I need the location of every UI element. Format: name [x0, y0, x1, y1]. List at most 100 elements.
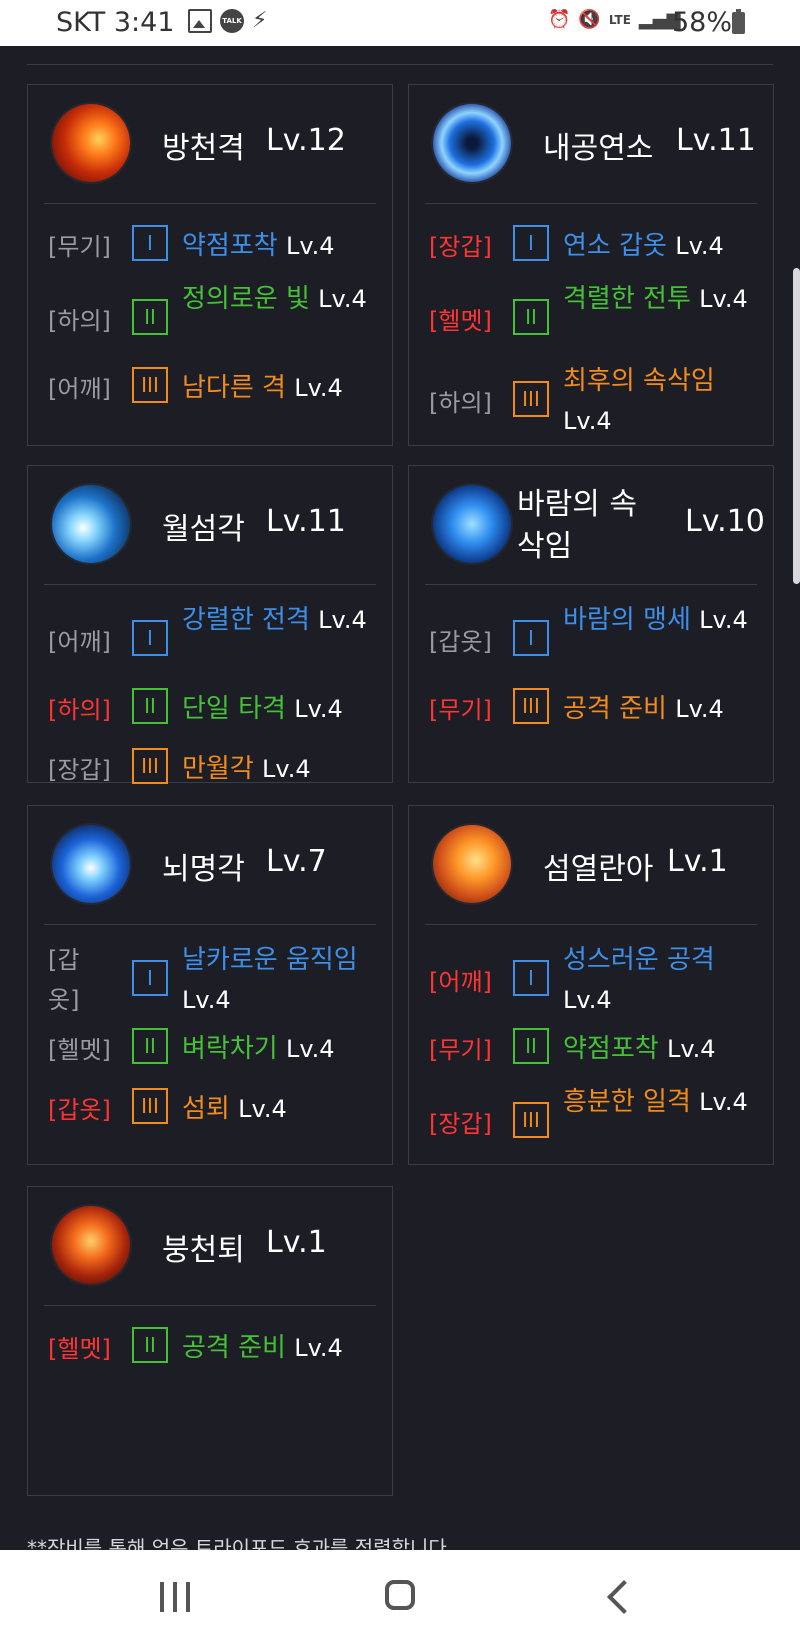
effect-name: 벼락차기: [182, 1034, 278, 1064]
tripod-effect: 벼락차기 Lv.4: [182, 1028, 335, 1065]
vpn-icon: ⚡: [252, 8, 268, 33]
status-bar: SKT 3:41 TALK ⚡ ⏰ 🔇 LTE ▂▄▆ 58%: [0, 0, 800, 46]
skill-card: 뇌명각 Lv.7 [갑옷] I 날카로운 움직임 Lv.4 [헬멧] II 벼락…: [27, 805, 393, 1165]
battery-icon: [732, 9, 745, 34]
tier-badge: I: [513, 225, 549, 261]
equipment-slot: [헬멧]: [429, 307, 492, 335]
effect-name: 날카로운 움직임: [182, 945, 358, 975]
tripod-list: [어깨] I 강렬한 전격 Lv.4 [하의] II 단일 타격 Lv.4 [장…: [48, 598, 382, 800]
effect-name: 격렬한 전투: [563, 284, 691, 314]
tripod-effect: 남다른 격 Lv.4: [182, 367, 343, 404]
skill-header: 붕천퇴 Lv.1: [28, 1187, 392, 1305]
tripod-row: [갑옷] I 바람의 맹세 Lv.4: [429, 598, 763, 680]
effect-level: Lv.4: [285, 232, 335, 260]
tier-badge: III: [132, 1088, 168, 1124]
tier-badge: II: [132, 688, 168, 724]
effect-name: 성스러운 공격: [563, 945, 715, 975]
tripod-effect: 약점포착 Lv.4: [563, 1028, 716, 1065]
equipment-slot: [갑옷]: [48, 1096, 111, 1124]
skill-name: 내공연소: [543, 131, 654, 166]
home-button[interactable]: [385, 1580, 415, 1610]
effect-name: 흥분한 일격: [563, 1087, 691, 1117]
effect-level: Lv.4: [285, 1035, 335, 1063]
skill-name: 바람의 속삭임: [517, 487, 637, 564]
skill-header: 뇌명각 Lv.7: [28, 806, 392, 924]
tier-badge: I: [132, 620, 168, 656]
tier-badge: II: [132, 1327, 168, 1363]
equipment-slot: [헬멧]: [48, 1036, 111, 1064]
back-button[interactable]: [607, 1580, 641, 1614]
tripod-list: [어깨] I 성스러운 공격 Lv.4 [무기] II 약점포착 Lv.4 [장…: [429, 938, 763, 1162]
battery-percent: 58%: [672, 7, 733, 38]
tripod-row: [헬멧] II 격렬한 전투 Lv.4: [429, 277, 763, 359]
navigation-bar: [0, 1550, 800, 1644]
effect-name: 강렬한 전격: [182, 605, 310, 635]
effect-name: 약점포착: [182, 231, 278, 261]
effect-name: 연소 갑옷: [563, 231, 667, 261]
wind-runner-icon: [433, 485, 511, 563]
tripod-row: [무기] I 약점포착 Lv.4: [48, 217, 382, 277]
skill-name: 붕천퇴: [162, 1233, 245, 1268]
blue-vortex-icon: [433, 104, 511, 182]
effect-level: Lv.4: [262, 755, 311, 783]
tripod-effect: 정의로운 빛 Lv.4: [182, 279, 372, 319]
equipment-slot: [무기]: [429, 1036, 492, 1064]
recent-apps-button[interactable]: [160, 1582, 190, 1612]
skill-card: 바람의 속삭임 Lv.10 [갑옷] I 바람의 맹세 Lv.4 [무기] II…: [408, 465, 774, 783]
tripod-row: [어깨] III 남다른 격 Lv.4: [48, 359, 382, 419]
divider: [44, 203, 376, 204]
skill-level: Lv.7: [266, 844, 327, 879]
effect-level: Lv.4: [699, 285, 748, 313]
equipment-slot: [헬멧]: [48, 1335, 111, 1363]
tier-badge: I: [132, 960, 168, 996]
tripod-list: [무기] I 약점포착 Lv.4 [하의] II 정의로운 빛 Lv.4 [어깨…: [48, 217, 382, 419]
mute-icon: 🔇: [578, 9, 601, 30]
skill-header: 바람의 속삭임 Lv.10: [409, 466, 773, 584]
tripod-effect: 공격 준비 Lv.4: [182, 1327, 343, 1364]
effect-name: 섬뢰: [182, 1094, 230, 1124]
alarm-icon: ⏰: [548, 9, 571, 30]
equipment-slot: [갑옷]: [429, 628, 492, 656]
effect-level: Lv.4: [563, 986, 612, 1014]
equipment-slot: [하의]: [429, 389, 492, 417]
skill-header: 월섬각 Lv.11: [28, 466, 392, 584]
skill-level: Lv.1: [667, 844, 728, 879]
skill-name: 섬열란아: [543, 852, 654, 887]
tripod-effect: 강렬한 전격 Lv.4: [182, 600, 372, 640]
effect-name: 만월각: [182, 754, 254, 784]
divider: [425, 203, 757, 204]
skill-card: 월섬각 Lv.11 [어깨] I 강렬한 전격 Lv.4 [하의] II 단일 …: [27, 465, 393, 784]
tripod-effect: 격렬한 전투 Lv.4: [563, 279, 753, 319]
tripod-effect: 흥분한 일격 Lv.4: [563, 1082, 753, 1122]
effect-name: 단일 타격: [182, 694, 286, 724]
effect-level: Lv.4: [238, 1095, 287, 1123]
effect-name: 남다른 격: [182, 373, 286, 403]
tripod-list: [헬멧] II 공격 준비 Lv.4: [48, 1319, 382, 1379]
tripod-row: [갑옷] I 날카로운 움직임 Lv.4: [48, 938, 382, 1020]
skill-card: 내공연소 Lv.11 [장갑] I 연소 갑옷 Lv.4 [헬멧] II 격렬한…: [408, 84, 774, 446]
tripod-row: [하의] III 최후의 속삭임 Lv.4: [429, 359, 763, 441]
tier-badge: II: [513, 299, 549, 335]
effect-level: Lv.4: [294, 695, 343, 723]
skill-name: 뇌명각: [162, 852, 245, 887]
effect-level: Lv.4: [666, 1035, 716, 1063]
kakaotalk-icon: TALK: [220, 9, 244, 33]
tripod-row: [무기] III 공격 준비 Lv.4: [429, 680, 763, 740]
equipment-slot: [장갑]: [48, 756, 111, 784]
tripod-effect: 연소 갑옷 Lv.4: [563, 225, 724, 262]
effect-name: 약점포착: [563, 1034, 659, 1064]
tripod-row: [어깨] I 강렬한 전격 Lv.4: [48, 598, 382, 680]
tripod-effect: 공격 준비 Lv.4: [563, 688, 724, 725]
tier-badge: III: [132, 748, 168, 784]
equipment-slot: [무기]: [48, 233, 111, 261]
divider: [27, 64, 773, 65]
tier-badge: III: [132, 367, 168, 403]
skill-level: Lv.11: [676, 123, 756, 158]
tripod-effect: 성스러운 공격 Lv.4: [563, 940, 753, 1020]
system-icons: ⏰ 🔇 LTE ▂▄▆: [548, 9, 680, 30]
scrollbar-thumb[interactable]: [793, 268, 800, 584]
equipment-slot: [어깨]: [429, 968, 492, 996]
equipment-slot: [장갑]: [429, 233, 492, 261]
divider: [44, 924, 376, 925]
tripod-row: [장갑] III 만월각 Lv.4: [48, 740, 382, 800]
